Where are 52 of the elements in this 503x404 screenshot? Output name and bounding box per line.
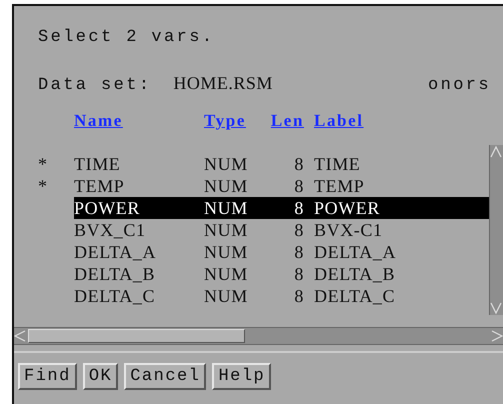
name-cell: BVX_C1 xyxy=(74,220,146,240)
scroll-left-icon[interactable] xyxy=(14,329,26,343)
label-cell: DELTA_B xyxy=(314,264,396,284)
type-cell: NUM xyxy=(204,286,248,306)
name-cell: TIME xyxy=(74,154,120,174)
type-cell: NUM xyxy=(204,154,248,174)
type-cell: NUM xyxy=(204,220,248,240)
name-cell: DELTA_A xyxy=(74,242,156,262)
length-cell: 8 xyxy=(294,198,304,218)
list-row[interactable]: DELTA_B NUM 8 DELTA_B xyxy=(74,263,489,285)
type-cell: NUM xyxy=(204,242,248,262)
list-row[interactable]: TEMP NUM 8 TEMP xyxy=(74,175,489,197)
label-cell: DELTA_C xyxy=(314,286,396,306)
type-cell: NUM xyxy=(204,198,248,218)
list-row[interactable]: TIME NUM 8 TIME xyxy=(74,153,489,175)
length-cell: 8 xyxy=(294,220,304,240)
dialog-button[interactable]: Find xyxy=(18,363,77,390)
length-cell: 8 xyxy=(294,176,304,196)
list-row[interactable]: DELTA_A NUM 8 DELTA_A xyxy=(74,241,489,263)
label-cell: DELTA_A xyxy=(314,242,396,262)
dialog-button[interactable]: Cancel xyxy=(124,363,206,390)
data-set-label: Data set: xyxy=(38,76,152,95)
name-cell: POWER xyxy=(74,198,140,218)
horizontal-scrollbar[interactable] xyxy=(14,327,503,345)
scroll-down-icon[interactable] xyxy=(490,301,502,315)
length-cell: 8 xyxy=(294,286,304,306)
label-cell: TIME xyxy=(314,154,360,174)
list-row[interactable]: BVX_C1 NUM 8 BVX-C1 xyxy=(74,219,489,241)
label-cell: POWER xyxy=(314,198,380,218)
vertical-scrollbar[interactable] xyxy=(489,145,503,315)
name-cell: DELTA_C xyxy=(74,286,156,306)
prompt-text: Select 2 vars. xyxy=(38,28,216,47)
type-cell: NUM xyxy=(204,264,248,284)
label-cell: TEMP xyxy=(314,176,364,196)
truncated-text: onors xyxy=(428,76,492,95)
data-set-value: HOME.RSM xyxy=(173,73,273,94)
label-cell: BVX-C1 xyxy=(314,220,383,240)
dialog-button[interactable]: Help xyxy=(212,363,272,390)
name-cell: DELTA_B xyxy=(74,264,156,284)
selected-marker: * xyxy=(38,154,48,174)
dialog-button[interactable]: OK xyxy=(82,363,118,390)
type-cell: NUM xyxy=(204,176,248,196)
length-cell: 8 xyxy=(294,264,304,284)
list-row[interactable]: POWER NUM 8 POWER xyxy=(74,197,489,219)
length-cell: 8 xyxy=(294,242,304,262)
name-cell: TEMP xyxy=(74,176,124,196)
scroll-up-icon[interactable] xyxy=(490,145,502,159)
selected-marker: * xyxy=(38,176,48,196)
scroll-right-icon[interactable] xyxy=(491,329,503,343)
length-cell: 8 xyxy=(294,154,304,174)
scrollbar-thumb[interactable] xyxy=(28,329,245,343)
list-row[interactable]: DELTA_C NUM 8 DELTA_C xyxy=(74,285,489,307)
